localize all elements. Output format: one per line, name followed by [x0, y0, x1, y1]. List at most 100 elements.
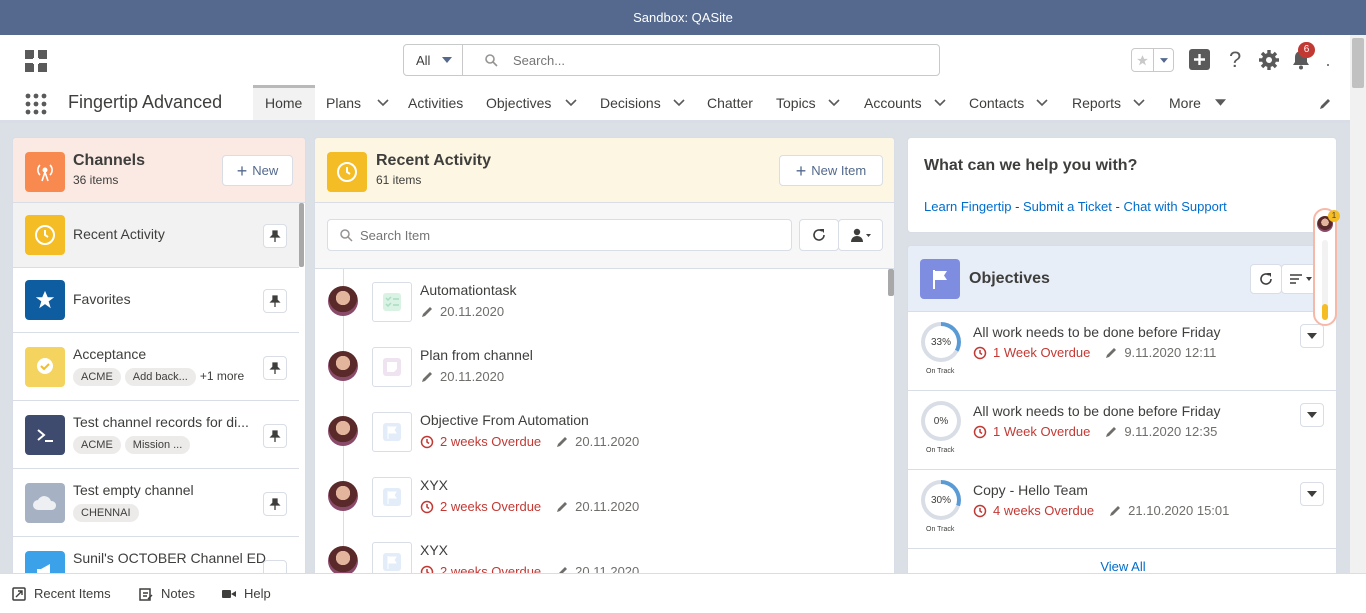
- pin-button[interactable]: [263, 424, 287, 448]
- avatar[interactable]: [328, 416, 358, 446]
- more-tags-link[interactable]: +1 more: [200, 369, 244, 383]
- overdue-label: 1 Week Overdue: [993, 345, 1091, 360]
- pin-button[interactable]: [263, 492, 287, 516]
- objective-menu-button[interactable]: [1300, 403, 1324, 427]
- tab-objectives[interactable]: Objectives: [486, 85, 577, 120]
- tag-pill[interactable]: Mission ...: [124, 436, 191, 454]
- global-search-input[interactable]: [513, 50, 913, 70]
- learn-fingertip-link[interactable]: Learn Fingertip: [924, 199, 1011, 214]
- floating-widget[interactable]: 1: [1313, 208, 1340, 326]
- app-launcher-icon[interactable]: [25, 93, 47, 115]
- global-actions-button[interactable]: [1189, 49, 1210, 70]
- tab-decisions[interactable]: Decisions: [600, 85, 685, 120]
- channel-name: Acceptance: [73, 346, 147, 362]
- help-icon[interactable]: ?: [1229, 49, 1241, 71]
- avatar[interactable]: [1327, 64, 1329, 66]
- view-all-link[interactable]: View All: [908, 559, 1336, 574]
- objective-title[interactable]: All work needs to be done before Friday: [973, 324, 1220, 340]
- org-logo-icon[interactable]: [25, 50, 47, 72]
- tab-activities[interactable]: Activities: [408, 85, 463, 120]
- tab-more-label: More: [1169, 94, 1201, 111]
- recent-scrollbar[interactable]: [888, 269, 894, 296]
- chevron-down-icon[interactable]: [1133, 98, 1145, 107]
- tab-accounts[interactable]: Accounts: [864, 85, 946, 120]
- chevron-down-icon[interactable]: [1036, 98, 1048, 107]
- help-button[interactable]: Help: [222, 586, 271, 601]
- activity-date: 20.11.2020: [440, 369, 505, 384]
- new-item-button[interactable]: + New Item: [779, 155, 883, 186]
- avatar[interactable]: [328, 546, 358, 576]
- tab-plans[interactable]: Plans: [326, 85, 389, 120]
- activity-title[interactable]: Objective From Automation: [420, 412, 589, 428]
- cloud-icon: [25, 483, 65, 523]
- activity-title[interactable]: XYX: [420, 542, 448, 558]
- refresh-button[interactable]: [1250, 264, 1282, 294]
- widget-progress-fill: [1322, 304, 1328, 320]
- submit-ticket-link[interactable]: Submit a Ticket: [1023, 199, 1112, 214]
- favorites-button[interactable]: [1131, 48, 1174, 72]
- pencil-icon: [422, 371, 432, 382]
- avatar[interactable]: [328, 481, 358, 511]
- objective-title[interactable]: All work needs to be done before Friday: [973, 403, 1220, 419]
- channels-broadcast-icon: [25, 152, 65, 192]
- objective-status: On Track: [926, 368, 955, 375]
- item-search-box[interactable]: [327, 219, 792, 251]
- chevron-down-icon[interactable]: [565, 98, 577, 107]
- pin-icon: [269, 430, 281, 442]
- objective-title[interactable]: Copy - Hello Team: [973, 482, 1088, 498]
- tag-pill[interactable]: ACME: [73, 436, 121, 454]
- chat-support-link[interactable]: Chat with Support: [1123, 199, 1226, 214]
- tab-chatter[interactable]: Chatter: [707, 85, 753, 120]
- objective-menu-button[interactable]: [1300, 482, 1324, 506]
- chevron-down-icon[interactable]: [673, 98, 685, 107]
- user-filter-button[interactable]: [838, 219, 883, 251]
- objective-meta: 1 Week Overdue 9.11.2020 12:11: [973, 345, 1216, 360]
- chevron-down-icon[interactable]: [934, 98, 946, 107]
- pencil-icon: [1106, 426, 1117, 437]
- global-search-box[interactable]: [462, 44, 940, 76]
- tab-home[interactable]: Home: [265, 85, 302, 120]
- page-scrollbar[interactable]: [1350, 35, 1366, 575]
- edit-nav-pencil-icon[interactable]: [1318, 97, 1332, 111]
- tab-contacts[interactable]: Contacts: [969, 85, 1048, 120]
- tab-decisions-label: Decisions: [600, 94, 661, 111]
- objective-meta: 1 Week Overdue 9.11.2020 12:35: [973, 424, 1217, 439]
- chevron-down-icon[interactable]: [377, 98, 389, 107]
- pin-button[interactable]: [263, 289, 287, 313]
- pin-button[interactable]: [263, 356, 287, 380]
- gear-icon[interactable]: [1259, 50, 1279, 70]
- page-scrollbar-thumb[interactable]: [1352, 38, 1364, 88]
- pencil-icon: [1110, 505, 1121, 516]
- tab-reports[interactable]: Reports: [1072, 85, 1145, 120]
- tab-plans-label: Plans: [326, 94, 362, 111]
- item-search-input[interactable]: [360, 226, 780, 244]
- video-icon: [222, 589, 236, 598]
- pin-icon: [269, 362, 281, 374]
- activity-title[interactable]: Automationtask: [420, 282, 517, 298]
- pin-button[interactable]: [263, 224, 287, 248]
- tab-more[interactable]: More: [1169, 85, 1226, 120]
- tab-reports-label: Reports: [1072, 94, 1122, 111]
- tag-pill[interactable]: CHENNAI: [73, 504, 139, 522]
- tab-topics[interactable]: Topics: [776, 85, 840, 120]
- notes-button[interactable]: Notes: [139, 586, 195, 601]
- tag-pill[interactable]: Add back...: [124, 368, 196, 386]
- caret-down-icon: [1307, 412, 1317, 418]
- flag-icon: [920, 259, 960, 299]
- activity-title[interactable]: XYX: [420, 477, 448, 493]
- activity-date: 20.11.2020: [575, 434, 640, 449]
- new-channel-button[interactable]: + New: [222, 155, 293, 186]
- chevron-down-icon[interactable]: [828, 98, 840, 107]
- overdue-label: 4 weeks Overdue: [993, 503, 1095, 518]
- pencil-icon: [422, 306, 432, 317]
- avatar[interactable]: [328, 286, 358, 316]
- channels-scrollbar[interactable]: [299, 203, 304, 267]
- refresh-button[interactable]: [799, 219, 839, 251]
- tag-pill[interactable]: ACME: [73, 368, 121, 386]
- avatar[interactable]: [328, 351, 358, 381]
- tab-contacts-label: Contacts: [969, 94, 1025, 111]
- search-scope-select[interactable]: All: [403, 44, 463, 76]
- recent-items-button[interactable]: Recent Items: [12, 586, 111, 601]
- activity-title[interactable]: Plan from channel: [420, 347, 533, 363]
- objective-menu-button[interactable]: [1300, 324, 1324, 348]
